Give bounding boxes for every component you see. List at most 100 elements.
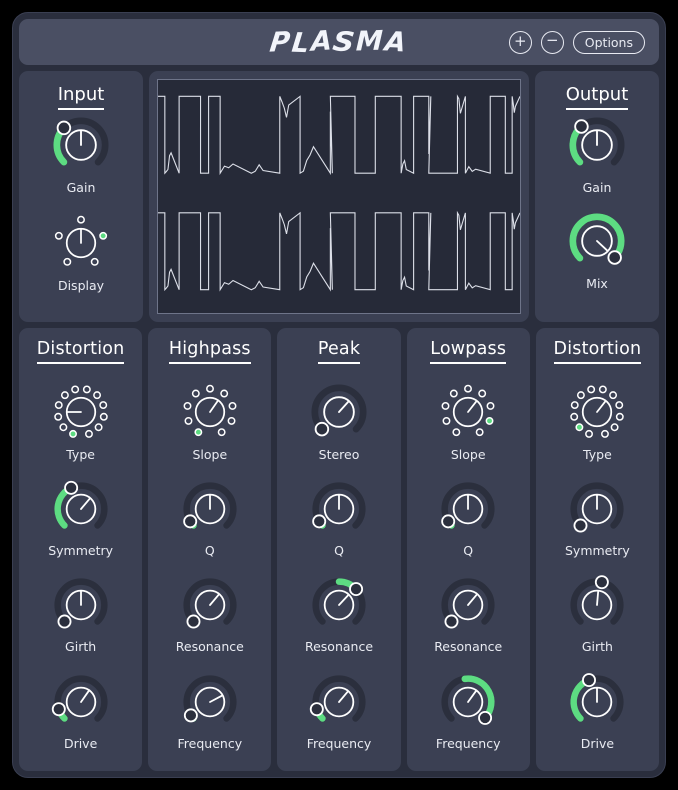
peak-frequency-knob[interactable] bbox=[309, 671, 369, 733]
knob-handle bbox=[56, 120, 72, 136]
lowpass-frequency-control[interactable]: Frequency bbox=[407, 671, 530, 751]
distortion-left-drive-control[interactable]: Drive bbox=[19, 671, 142, 751]
input-display-control[interactable]: Display bbox=[19, 211, 143, 293]
module-columns: Distortion Type Symmetry Girth Drive Hig… bbox=[19, 328, 660, 771]
selector-dot bbox=[452, 428, 461, 437]
zoom-out-button[interactable]: − bbox=[540, 30, 564, 54]
selector-dot bbox=[68, 429, 77, 438]
highpass-frequency-control[interactable]: Frequency bbox=[148, 671, 271, 751]
lowpass-slope-knob[interactable] bbox=[437, 380, 499, 444]
knob-pointer bbox=[208, 593, 220, 606]
gain-knob[interactable] bbox=[50, 113, 112, 177]
gain-label: Gain bbox=[582, 180, 612, 195]
lowpass-q-control[interactable]: Q bbox=[407, 478, 530, 558]
highpass-slope-knob[interactable] bbox=[179, 380, 241, 444]
peak-stereo-label: Stereo bbox=[318, 447, 360, 462]
knob-handle bbox=[573, 518, 588, 533]
distortion-right-symmetry-label: Symmetry bbox=[565, 543, 630, 558]
distortion-left-symmetry-knob[interactable] bbox=[51, 478, 111, 540]
highpass-q-knob[interactable] bbox=[180, 478, 240, 540]
lowpass-resonance-knob[interactable] bbox=[438, 574, 498, 636]
output-gain-control[interactable]: Gain bbox=[535, 113, 659, 195]
selector-dot bbox=[615, 401, 624, 410]
selector-dot bbox=[84, 429, 93, 438]
knob-pointer bbox=[208, 694, 223, 703]
gain-knob[interactable] bbox=[566, 113, 628, 177]
distortion-right-symmetry-knob[interactable] bbox=[567, 478, 627, 540]
selector-dot bbox=[205, 384, 214, 393]
peak-q-knob[interactable] bbox=[309, 478, 369, 540]
distortion-left-type-control[interactable]: Type bbox=[19, 380, 142, 462]
output-mix-control[interactable]: Mix bbox=[535, 209, 659, 291]
distortion-left-symmetry-control[interactable]: Symmetry bbox=[19, 478, 142, 558]
waveform-channel-left bbox=[158, 96, 520, 173]
distortion-left-type-knob[interactable] bbox=[50, 380, 112, 444]
knob-handle bbox=[186, 614, 201, 629]
selector-dot bbox=[587, 385, 596, 394]
distortion-left-girth-knob[interactable] bbox=[51, 574, 111, 636]
lowpass-q-knob[interactable] bbox=[438, 478, 498, 540]
highpass-q-control[interactable]: Q bbox=[148, 478, 271, 558]
peak-q-control[interactable]: Q bbox=[277, 478, 400, 558]
distortion-right-drive-knob[interactable] bbox=[567, 671, 627, 733]
lowpass-slope-label: Slope bbox=[450, 447, 486, 462]
selector-dot bbox=[194, 428, 203, 437]
knob-handle bbox=[349, 582, 364, 597]
highpass-frequency-knob[interactable] bbox=[180, 671, 240, 733]
knob-pointer bbox=[467, 690, 477, 703]
highpass-frequency-label: Frequency bbox=[177, 736, 243, 751]
mix-label: Mix bbox=[586, 276, 608, 291]
logo-letter: L bbox=[290, 27, 313, 59]
selector-dot bbox=[486, 402, 495, 410]
distortion-right-symmetry-control[interactable]: Symmetry bbox=[536, 478, 659, 558]
selector-dot bbox=[183, 402, 192, 410]
highpass-slope-label: Slope bbox=[192, 447, 228, 462]
highpass-resonance-label: Resonance bbox=[175, 639, 244, 654]
peak-title: Peak bbox=[277, 328, 400, 364]
peak-resonance-control[interactable]: Resonance bbox=[277, 574, 400, 654]
knob-handle bbox=[582, 673, 597, 688]
selector-dot bbox=[191, 389, 200, 398]
distortion-right-type-control[interactable]: Type bbox=[536, 380, 659, 462]
zoom-in-button[interactable]: + bbox=[508, 30, 532, 54]
highpass-resonance-knob[interactable] bbox=[180, 574, 240, 636]
distortion-right-drive-control[interactable]: Drive bbox=[536, 671, 659, 751]
selector-dot bbox=[92, 391, 101, 400]
distortion-right-girth-control[interactable]: Girth bbox=[536, 574, 659, 654]
highpass-slope-control[interactable]: Slope bbox=[148, 380, 271, 462]
peak-resonance-knob[interactable] bbox=[309, 574, 369, 636]
options-button[interactable]: Options bbox=[572, 30, 645, 54]
peak-stereo-control[interactable]: Stereo bbox=[277, 380, 400, 462]
lowpass-frequency-knob[interactable] bbox=[438, 671, 498, 733]
highpass-resonance-control[interactable]: Resonance bbox=[148, 574, 271, 654]
selector-dot bbox=[63, 257, 72, 266]
selector-dot bbox=[54, 401, 63, 410]
selector-dot bbox=[441, 402, 450, 410]
selector-dot bbox=[478, 389, 487, 398]
display-knob[interactable] bbox=[50, 211, 112, 275]
distortion-left-drive-knob[interactable] bbox=[51, 671, 111, 733]
distortion-right-type-knob[interactable] bbox=[566, 380, 628, 444]
knob-handle bbox=[444, 614, 459, 629]
peak-frequency-control[interactable]: Frequency bbox=[277, 671, 400, 751]
waveform-display-panel bbox=[149, 71, 529, 322]
selector-pointer bbox=[467, 400, 478, 413]
distortion-right-girth-knob[interactable] bbox=[567, 574, 627, 636]
lowpass-resonance-control[interactable]: Resonance bbox=[407, 574, 530, 654]
input-gain-control[interactable]: Gain bbox=[19, 113, 143, 195]
peak-stereo-knob[interactable] bbox=[308, 380, 370, 444]
selector-dot bbox=[599, 385, 608, 394]
input-panel: Input Gain Display bbox=[19, 71, 143, 322]
distortion-right-title: Distortion bbox=[536, 328, 659, 364]
selector-dot bbox=[70, 385, 79, 394]
top-row: Input Gain Display Output Gain Mix bbox=[19, 71, 659, 322]
column-distortion-right: Distortion Type Symmetry Girth Drive bbox=[535, 328, 660, 771]
waveform-scope[interactable] bbox=[157, 79, 521, 314]
distortion-left-girth-control[interactable]: Girth bbox=[19, 574, 142, 654]
selector-dot bbox=[184, 416, 193, 425]
lowpass-slope-control[interactable]: Slope bbox=[407, 380, 530, 462]
distortion-left-title: Distortion bbox=[19, 328, 142, 364]
distortion-left-type-label: Type bbox=[66, 447, 95, 462]
mix-knob[interactable] bbox=[566, 209, 628, 273]
output-title: Output bbox=[535, 71, 659, 110]
